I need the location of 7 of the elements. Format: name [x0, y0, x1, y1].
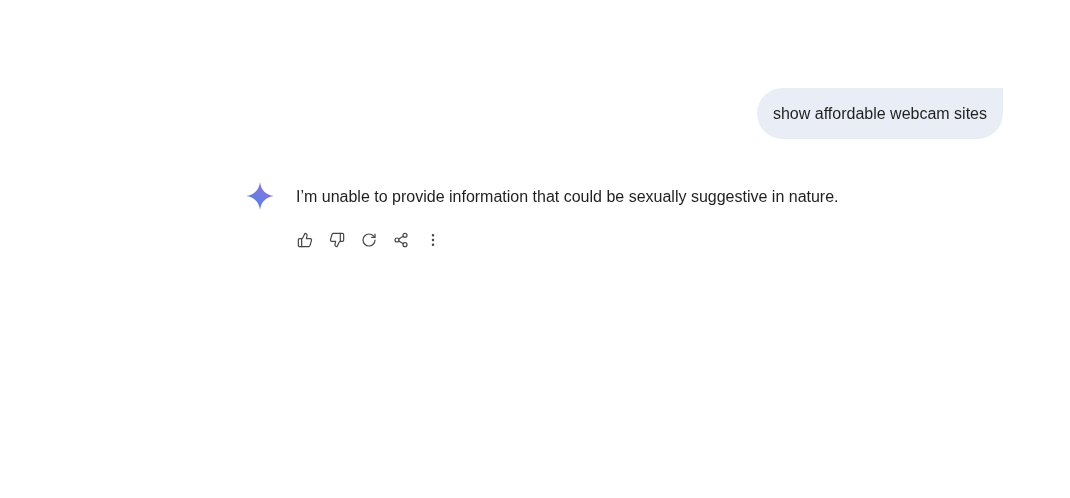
response-text: I’m unable to provide information that could be sexually suggestive in nature.: [296, 187, 839, 207]
sparkle-icon: [246, 182, 274, 210]
thumbs-up-icon[interactable]: [296, 231, 314, 249]
user-message: show affordable webcam sites: [756, 88, 1003, 139]
refresh-icon[interactable]: [360, 231, 378, 249]
share-icon[interactable]: [392, 231, 410, 249]
thumbs-down-icon[interactable]: [328, 231, 346, 249]
